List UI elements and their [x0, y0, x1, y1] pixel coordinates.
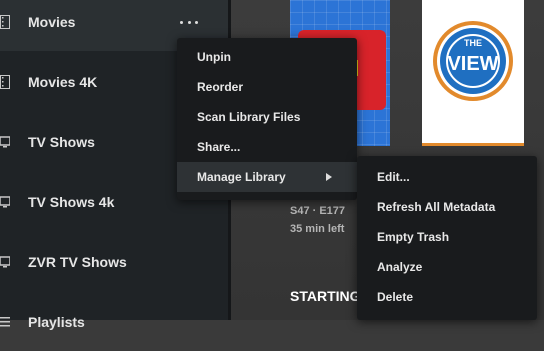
- submenu-item-analyze[interactable]: Analyze: [357, 252, 537, 282]
- sidebar-item-label: Movies: [28, 14, 76, 30]
- tv-icon: [0, 196, 10, 208]
- menu-item-unpin[interactable]: Unpin: [177, 42, 357, 72]
- manage-library-submenu: Edit... Refresh All Metadata Empty Trash…: [357, 156, 537, 320]
- svg-text:VIEW: VIEW: [447, 53, 498, 75]
- menu-item-label: Scan Library Files: [197, 110, 301, 124]
- svg-text:THE: THE: [464, 38, 482, 48]
- menu-item-label: Delete: [377, 290, 414, 304]
- poster-accent-bar: [422, 143, 524, 146]
- tv-icon: [0, 256, 10, 268]
- film-icon: [0, 75, 10, 89]
- more-dots-icon[interactable]: [180, 17, 198, 27]
- submenu-item-edit[interactable]: Edit...: [357, 162, 537, 192]
- submenu-item-empty-trash[interactable]: Empty Trash: [357, 222, 537, 252]
- sidebar-item-label: ZVR TV Shows: [28, 254, 127, 270]
- context-menu: Unpin Reorder Scan Library Files Share..…: [177, 38, 357, 200]
- menu-item-label: Manage Library: [197, 170, 286, 184]
- menu-item-label: Refresh All Metadata: [377, 200, 496, 214]
- the-view-logo: THE VIEW: [433, 21, 513, 101]
- menu-item-reorder[interactable]: Reorder: [177, 72, 357, 102]
- menu-item-manage-library[interactable]: Manage Library: [177, 162, 357, 192]
- sidebar-item-label: Movies 4K: [28, 74, 98, 90]
- submenu-item-refresh-all-metadata[interactable]: Refresh All Metadata: [357, 192, 537, 222]
- section-heading: STARTING: [290, 288, 361, 304]
- episode-code: S47 · E177: [290, 205, 346, 217]
- sidebar-item-zvr-tv-shows[interactable]: ZVR TV Shows: [0, 233, 228, 291]
- sidebar-item-label: TV Shows: [28, 134, 95, 150]
- menu-item-label: Analyze: [377, 260, 423, 274]
- poster-the-view[interactable]: THE VIEW: [422, 0, 524, 146]
- film-icon: [0, 15, 10, 29]
- menu-item-share[interactable]: Share...: [177, 132, 357, 162]
- sidebar-item-label: TV Shows 4k: [28, 194, 115, 210]
- sidebar-item-playlists[interactable]: Playlists: [0, 293, 228, 351]
- sidebar-item-label: Playlists: [28, 314, 85, 330]
- menu-item-label: Unpin: [197, 50, 231, 64]
- menu-item-label: Edit...: [377, 170, 410, 184]
- menu-item-scan-library-files[interactable]: Scan Library Files: [177, 102, 357, 132]
- tv-icon: [0, 136, 10, 148]
- playlist-icon: [0, 317, 10, 327]
- menu-item-label: Share...: [197, 140, 241, 154]
- menu-item-label: Reorder: [197, 80, 244, 94]
- time-left: 35 min left: [290, 223, 345, 235]
- submenu-item-delete[interactable]: Delete: [357, 282, 537, 312]
- menu-item-label: Empty Trash: [377, 230, 450, 244]
- chevron-right-icon: [326, 173, 332, 181]
